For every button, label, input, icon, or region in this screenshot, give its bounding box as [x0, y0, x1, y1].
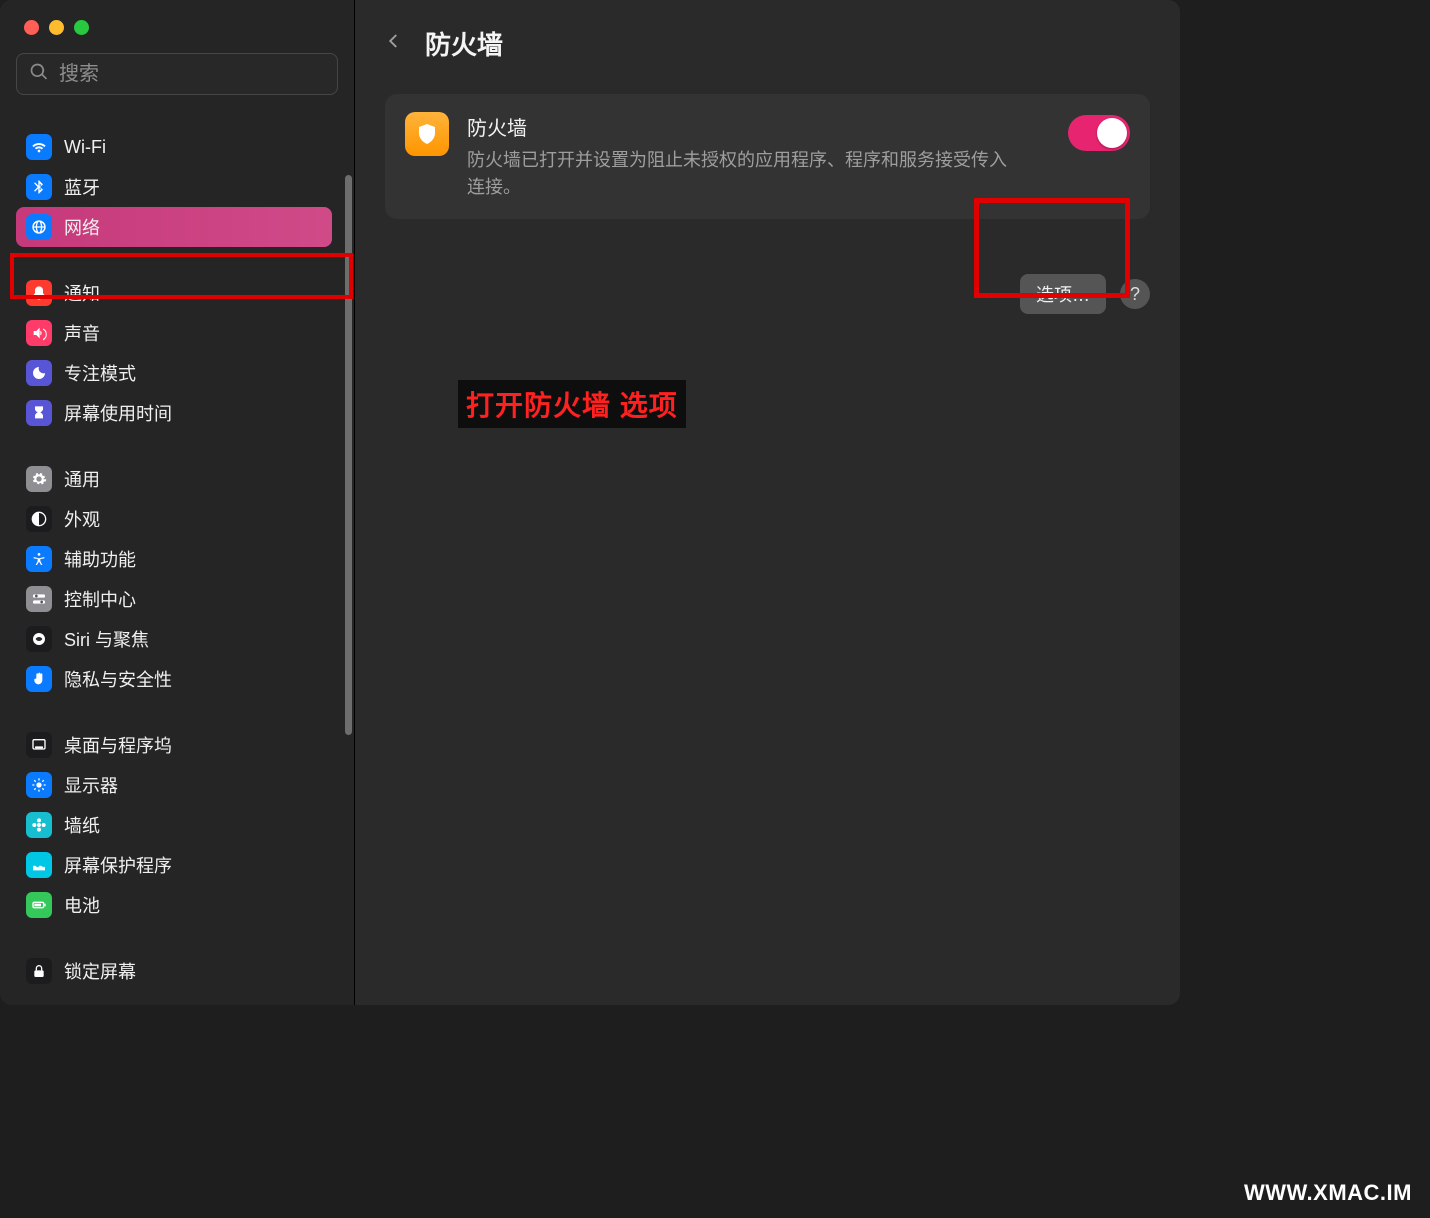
sidebar-item-appearance[interactable]: 外观	[16, 499, 332, 539]
notifications-icon	[26, 280, 52, 306]
siri-icon	[26, 626, 52, 652]
minimize-window-button[interactable]	[49, 20, 64, 35]
settings-window: Wi-Fi 蓝牙网络通知声音专注模式屏幕使用时间通用外观辅助功能控制中心 Siri …	[0, 0, 1180, 1005]
desktop-dock-icon	[26, 732, 52, 758]
sidebar-item-label: 电池	[64, 892, 100, 918]
sidebar-item-battery[interactable]: 电池	[16, 885, 332, 925]
sidebar-item-label: 屏幕使用时间	[64, 400, 172, 426]
search-input[interactable]	[59, 63, 325, 86]
sidebar-item-label: 辅助功能	[64, 546, 136, 572]
sidebar-item-control-center[interactable]: 控制中心	[16, 579, 332, 619]
sidebar-item-privacy[interactable]: 隐私与安全性	[16, 659, 332, 699]
bluetooth-icon	[26, 174, 52, 200]
sidebar-item-network[interactable]: 网络	[16, 207, 332, 247]
battery-icon	[26, 892, 52, 918]
firewall-toggle[interactable]	[1068, 115, 1130, 151]
content-header: 防火墙	[385, 25, 1150, 62]
sidebar-item-sound[interactable]: 声音	[16, 313, 332, 353]
sidebar-item-wifi[interactable]: Wi-Fi	[16, 127, 332, 167]
screensaver-icon	[26, 852, 52, 878]
sidebar-item-general[interactable]: 通用	[16, 459, 332, 499]
network-icon	[26, 214, 52, 240]
sidebar-item-wallpaper[interactable]: 墙纸	[16, 805, 332, 845]
sidebar-item-label: 通用	[64, 466, 100, 492]
sound-icon	[26, 320, 52, 346]
focus-icon	[26, 360, 52, 386]
sidebar-item-lock-screen[interactable]: 锁定屏幕	[16, 951, 332, 991]
firewall-card-desc: 防火墙已打开并设置为阻止未授权的应用程序、程序和服务接受传入连接。	[467, 147, 1022, 201]
page-title: 防火墙	[425, 25, 503, 62]
sidebar-item-siri[interactable]: Siri 与聚焦	[16, 619, 332, 659]
sidebar-item-label: 专注模式	[64, 360, 136, 386]
lock-screen-icon	[26, 958, 52, 984]
control-center-icon	[26, 586, 52, 612]
annotation-text: 打开防火墙 选项	[458, 380, 686, 428]
sidebar-item-label: 隐私与安全性	[64, 666, 172, 692]
sidebar-item-label: 显示器	[64, 772, 118, 798]
search-icon	[29, 62, 49, 87]
screentime-icon	[26, 400, 52, 426]
sidebar-item-label: 墙纸	[64, 812, 100, 838]
general-icon	[26, 466, 52, 492]
firewall-card-title: 防火墙	[467, 112, 1050, 141]
search-field[interactable]	[16, 53, 338, 95]
sidebar-item-label: 桌面与程序坞	[64, 732, 172, 758]
sidebar-item-displays[interactable]: 显示器	[16, 765, 332, 805]
sidebar-item-label: 屏幕保护程序	[64, 852, 172, 878]
sidebar: Wi-Fi 蓝牙网络通知声音专注模式屏幕使用时间通用外观辅助功能控制中心 Siri …	[0, 0, 355, 1005]
sidebar-item-label: 蓝牙	[64, 174, 100, 200]
privacy-icon	[26, 666, 52, 692]
sidebar-item-focus[interactable]: 专注模式	[16, 353, 332, 393]
sidebar-item-label: 通知	[64, 280, 100, 306]
firewall-icon	[405, 112, 449, 156]
traffic-lights	[0, 0, 354, 53]
firewall-card: 防火墙 防火墙已打开并设置为阻止未授权的应用程序、程序和服务接受传入连接。	[385, 94, 1150, 219]
sidebar-item-accessibility[interactable]: 辅助功能	[16, 539, 332, 579]
wallpaper-icon	[26, 812, 52, 838]
sidebar-item-label: 外观	[64, 506, 100, 532]
displays-icon	[26, 772, 52, 798]
sidebar-item-label: 锁定屏幕	[64, 958, 136, 984]
wifi-icon	[26, 134, 52, 160]
sidebar-item-desktop-dock[interactable]: 桌面与程序坞	[16, 725, 332, 765]
maximize-window-button[interactable]	[74, 20, 89, 35]
sidebar-item-bluetooth[interactable]: 蓝牙	[16, 167, 332, 207]
scrollbar-thumb[interactable]	[345, 175, 352, 735]
toggle-knob	[1097, 118, 1127, 148]
sidebar-item-label: 声音	[64, 320, 100, 346]
watermark: WWW.XMAC.IM	[1244, 1180, 1412, 1206]
sidebar-item-notifications[interactable]: 通知	[16, 273, 332, 313]
accessibility-icon	[26, 546, 52, 572]
sidebar-item-label: Wi-Fi	[64, 137, 106, 158]
close-window-button[interactable]	[24, 20, 39, 35]
main-panel: 防火墙 防火墙 防火墙已打开并设置为阻止未授权的应用程序、程序和服务接受传入连接…	[355, 0, 1180, 1005]
sidebar-item-label: 控制中心	[64, 586, 136, 612]
sidebar-item-screentime[interactable]: 屏幕使用时间	[16, 393, 332, 433]
help-button[interactable]: ?	[1120, 279, 1150, 309]
back-button[interactable]	[385, 32, 403, 55]
sidebar-scroll[interactable]: Wi-Fi 蓝牙网络通知声音专注模式屏幕使用时间通用外观辅助功能控制中心 Siri …	[0, 109, 354, 1005]
sidebar-item-label: Siri 与聚焦	[64, 626, 149, 652]
sidebar-item-label: 网络	[64, 214, 100, 240]
actions-row: 选项… ?	[385, 274, 1150, 314]
appearance-icon	[26, 506, 52, 532]
options-button[interactable]: 选项…	[1020, 274, 1106, 314]
sidebar-item-screensaver[interactable]: 屏幕保护程序	[16, 845, 332, 885]
